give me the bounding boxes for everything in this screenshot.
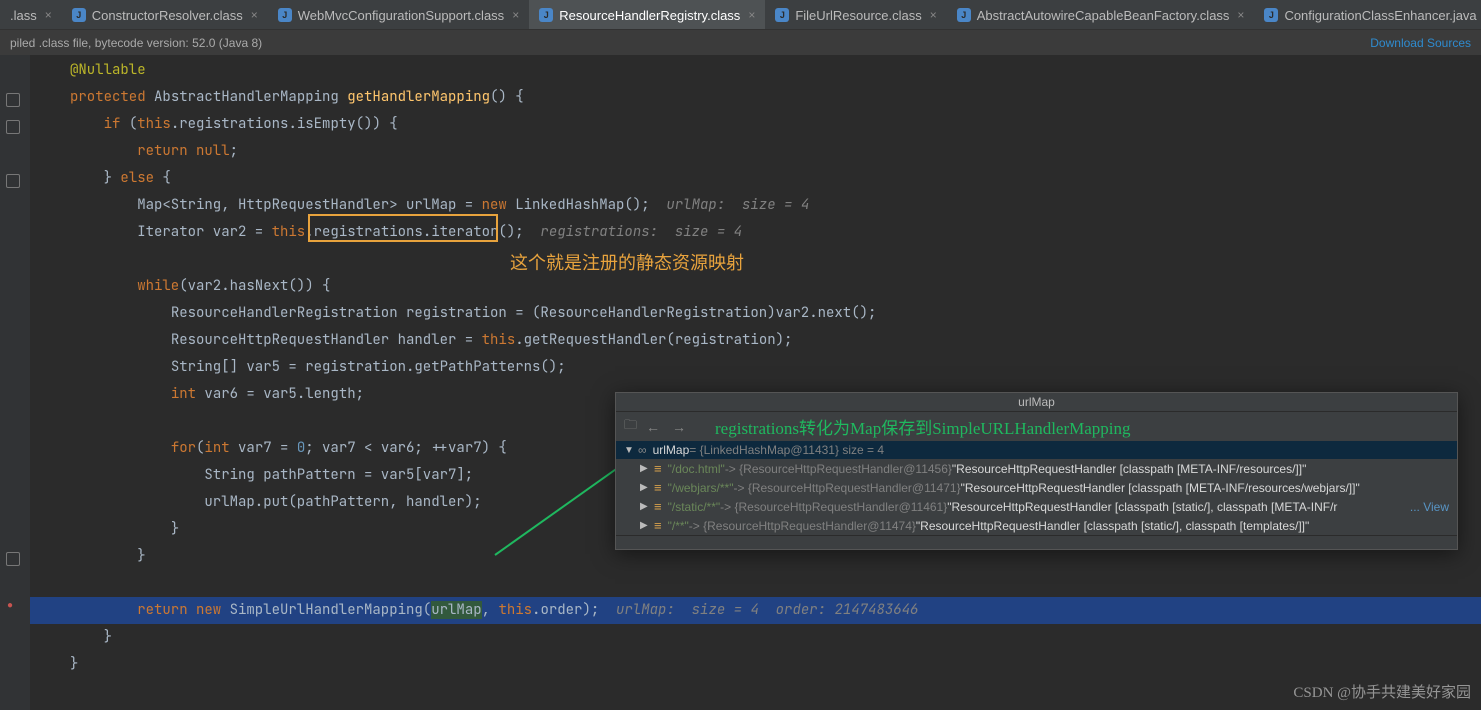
debug-popup[interactable]: urlMap 🗀 ← → registrations转化为Map保存到Simpl… (615, 392, 1458, 550)
debug-variable-entry[interactable]: ▶≡ "/webjars/**" -> {ResourceHttpRequest… (616, 478, 1457, 497)
fold-icon[interactable] (6, 93, 20, 107)
popup-annotation: registrations转化为Map保存到SimpleURLHandlerMa… (715, 414, 1131, 439)
tab-file-active[interactable]: ResourceHandlerRegistry.class× (529, 0, 765, 30)
java-icon (278, 8, 292, 22)
close-icon[interactable]: × (748, 8, 755, 22)
expand-icon[interactable]: ▶ (640, 501, 650, 512)
expand-icon[interactable]: ▼ (624, 445, 634, 456)
debug-variable-entry[interactable]: ▶≡ "/doc.html" -> {ResourceHttpRequestHa… (616, 459, 1457, 478)
tab-file[interactable]: WebMvcConfigurationSupport.class× (268, 0, 529, 30)
expand-icon[interactable]: ▶ (640, 482, 650, 493)
decompile-info-text: piled .class file, bytecode version: 52.… (10, 36, 262, 50)
expand-icon[interactable]: ▶ (640, 463, 650, 474)
map-entry-icon: ≡ (654, 461, 662, 476)
tab-file[interactable]: ConfigurationClassEnhancer.java× (1254, 0, 1481, 30)
annotation-text: 这个就是注册的静态资源映射 (510, 250, 744, 277)
tab-file[interactable]: ConstructorResolver.class× (62, 0, 268, 30)
map-entry-icon: ≡ (654, 499, 662, 514)
object-icon: ∞ (638, 443, 647, 457)
forward-icon[interactable]: → (669, 419, 689, 435)
java-icon (775, 8, 789, 22)
java-icon (72, 8, 86, 22)
editor-gutter (0, 55, 30, 710)
fold-icon[interactable] (6, 120, 20, 134)
fold-icon[interactable] (6, 552, 20, 566)
map-entry-icon: ≡ (654, 518, 662, 533)
debug-variable-root[interactable]: ▼ ∞ urlMap = {LinkedHashMap@11431} size … (616, 441, 1457, 459)
java-icon (539, 8, 553, 22)
decompile-info-bar: piled .class file, bytecode version: 52.… (0, 30, 1481, 55)
method-override-icon[interactable] (6, 603, 20, 617)
map-entry-icon: ≡ (654, 480, 662, 495)
view-link[interactable]: ... View (1410, 500, 1449, 514)
java-icon (957, 8, 971, 22)
fold-icon[interactable] (6, 174, 20, 188)
tab-file[interactable]: AbstractAutowireCapableBeanFactory.class… (947, 0, 1255, 30)
close-icon[interactable]: × (45, 8, 52, 22)
popup-title: urlMap (616, 393, 1457, 412)
close-icon[interactable]: × (251, 8, 258, 22)
back-icon[interactable]: ← (643, 419, 663, 435)
download-sources-link[interactable]: Download Sources (1370, 36, 1471, 50)
expand-icon[interactable]: ▶ (640, 520, 650, 531)
popup-toolbar: 🗀 ← → registrations转化为Map保存到SimpleURLHan… (616, 412, 1457, 441)
close-icon[interactable]: × (512, 8, 519, 22)
tab-file[interactable]: .lass× (0, 0, 62, 30)
code-annotation: @Nullable (70, 61, 146, 79)
debug-variable-entry[interactable]: ▶≡ "/**" -> {ResourceHttpRequestHandler@… (616, 516, 1457, 535)
java-icon (1264, 8, 1278, 22)
close-icon[interactable]: × (930, 8, 937, 22)
debug-variable-entry[interactable]: ▶≡ "/static/**" -> {ResourceHttpRequestH… (616, 497, 1457, 516)
editor-tabs: .lass× ConstructorResolver.class× WebMvc… (0, 0, 1481, 30)
folder-icon[interactable]: 🗀 (624, 416, 637, 438)
tab-file[interactable]: FileUrlResource.class× (765, 0, 946, 30)
close-icon[interactable]: × (1237, 8, 1244, 22)
code-editor[interactable]: @Nullable protected AbstractHandlerMappi… (0, 55, 1481, 710)
watermark: CSDN @协手共建美好家园 (1293, 681, 1471, 702)
